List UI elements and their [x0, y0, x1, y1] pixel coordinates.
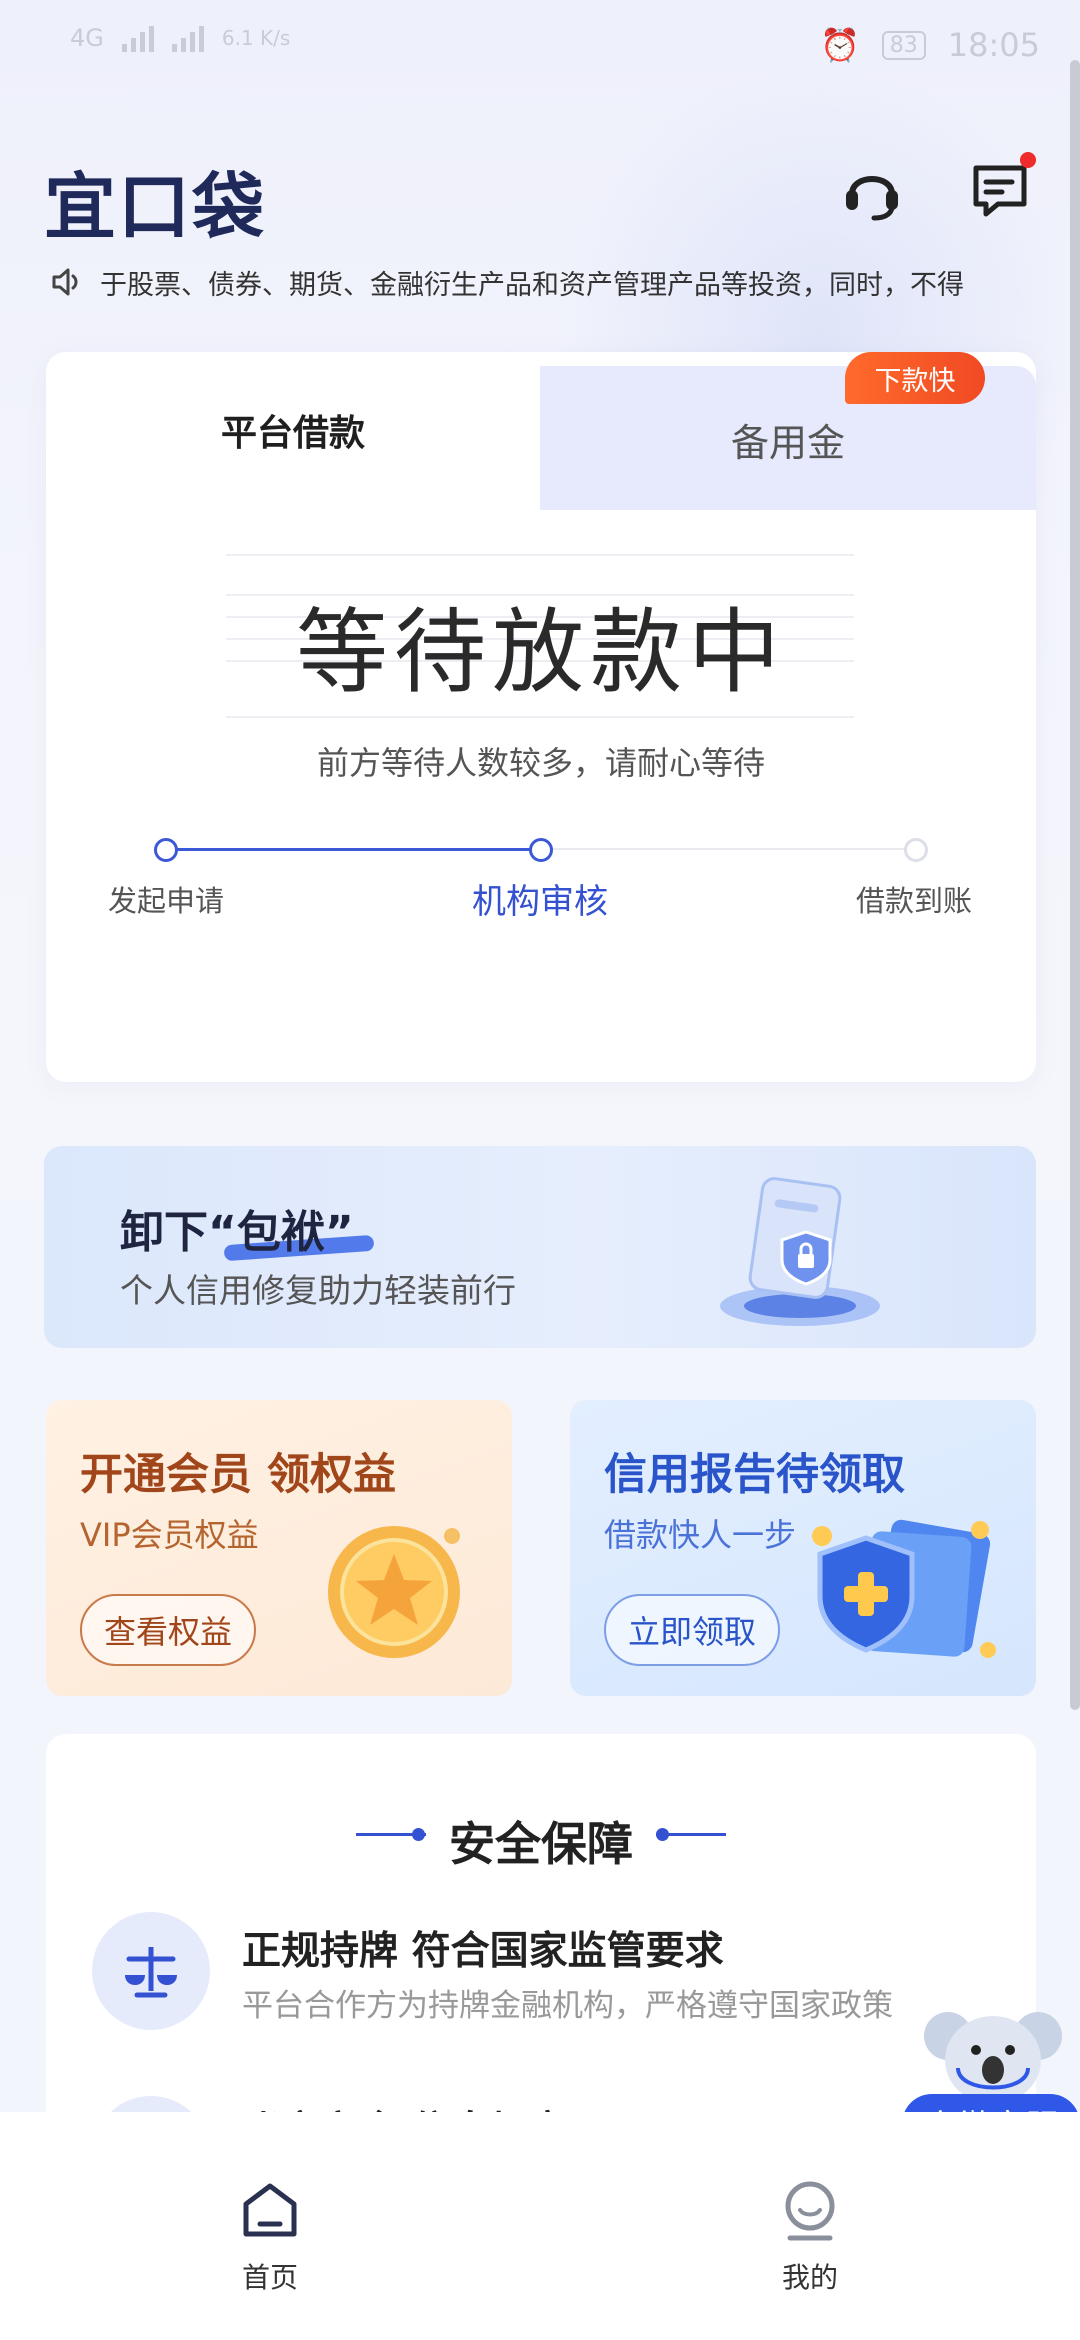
notice-text: 于股票、债券、期货、金融衍生产品和资产管理产品等投资，同时，不得: [100, 269, 964, 301]
vip-promo-card[interactable]: 开通会员 领权益 VIP会员权益 查看权益: [46, 1400, 512, 1696]
nav-profile-label: 我的: [781, 2261, 838, 2294]
credit-report-promo-card[interactable]: 信用报告待领取 借款快人一步 立即领取: [570, 1400, 1036, 1696]
safety-item-1-heading: 正规持牌 符合国家监管要求: [242, 1929, 724, 1974]
nav-profile[interactable]: 我的: [750, 2180, 870, 2296]
clock: 18:05: [947, 26, 1040, 64]
notice-marquee[interactable]: 于股票、债券、期货、金融衍生产品和资产管理产品等投资，同时，不得: [50, 260, 1040, 304]
safety-title: 安全保障: [449, 1817, 633, 1871]
claim-now-button[interactable]: 立即领取: [604, 1594, 781, 1666]
profile-icon: [785, 2181, 835, 2241]
loan-status-title: 等待放款中: [295, 599, 786, 706]
credit-promo-subtitle: 借款快人一步: [604, 1516, 797, 1554]
banner-title-prefix: 卸下: [120, 1207, 208, 1258]
phone-shield-icon: [700, 1166, 900, 1336]
battery-level: 83: [881, 30, 926, 60]
banner-title-highlight: “包袱”: [208, 1207, 354, 1258]
credit-promo-title: 信用报告待领取: [604, 1450, 905, 1500]
message-icon[interactable]: [968, 152, 1036, 222]
tab-platform-loan-label: 平台借款: [220, 413, 365, 454]
signal-icon: [121, 24, 154, 52]
view-benefits-button[interactable]: 查看权益: [80, 1594, 257, 1666]
signal-icon-2: [171, 24, 204, 52]
net-speed: 6.1 K/s: [221, 26, 291, 50]
progress-done: [166, 848, 541, 851]
nav-home[interactable]: 首页: [210, 2180, 330, 2296]
unread-dot: [1020, 152, 1036, 168]
shield-report-icon: [802, 1500, 1002, 1694]
step-node-arrival: [904, 838, 928, 862]
vip-promo-subtitle: VIP会员权益: [80, 1516, 259, 1554]
banner-title: 卸下“包袱”: [120, 1196, 354, 1260]
banner-subtitle: 个人信用修复助力轻装前行: [120, 1271, 516, 1310]
star-coin-icon: [304, 1496, 484, 1680]
app-logo: 宜口袋: [44, 165, 267, 249]
alarm-icon: ⏰: [819, 26, 860, 64]
step-label-arrival: 借款到账: [856, 884, 973, 918]
home-icon: [243, 2183, 297, 2237]
progress-pending: [541, 848, 916, 850]
step-label-apply: 发起申请: [108, 884, 225, 918]
scrollbar[interactable]: [1070, 60, 1080, 1710]
nav-home-label: 首页: [241, 2261, 298, 2294]
fast-payout-badge: 下款快: [845, 352, 985, 404]
tab-backup-fund-label: 备用金: [730, 421, 845, 465]
safety-item-1-desc: 平台合作方为持牌金融机构，严格遵守国家政策: [242, 1988, 893, 2024]
headset-icon[interactable]: [840, 158, 904, 222]
step-node-apply: [154, 838, 178, 862]
koala-mascot-icon[interactable]: [918, 1998, 1068, 2108]
bottom-nav: [0, 2112, 1080, 2340]
network-label: 4G: [70, 24, 104, 52]
vip-promo-title: 开通会员 领权益: [80, 1450, 396, 1500]
status-bar: 4G 6.1 K/s ⏰ 83 18:05: [0, 14, 1080, 84]
speaker-icon: [52, 268, 78, 296]
step-label-review: 机构审核: [472, 882, 608, 922]
loan-status-subtitle: 前方等待人数较多，请耐心等待: [316, 744, 765, 782]
balance-scale-icon: [92, 1912, 210, 2030]
step-node-review: [529, 838, 553, 862]
